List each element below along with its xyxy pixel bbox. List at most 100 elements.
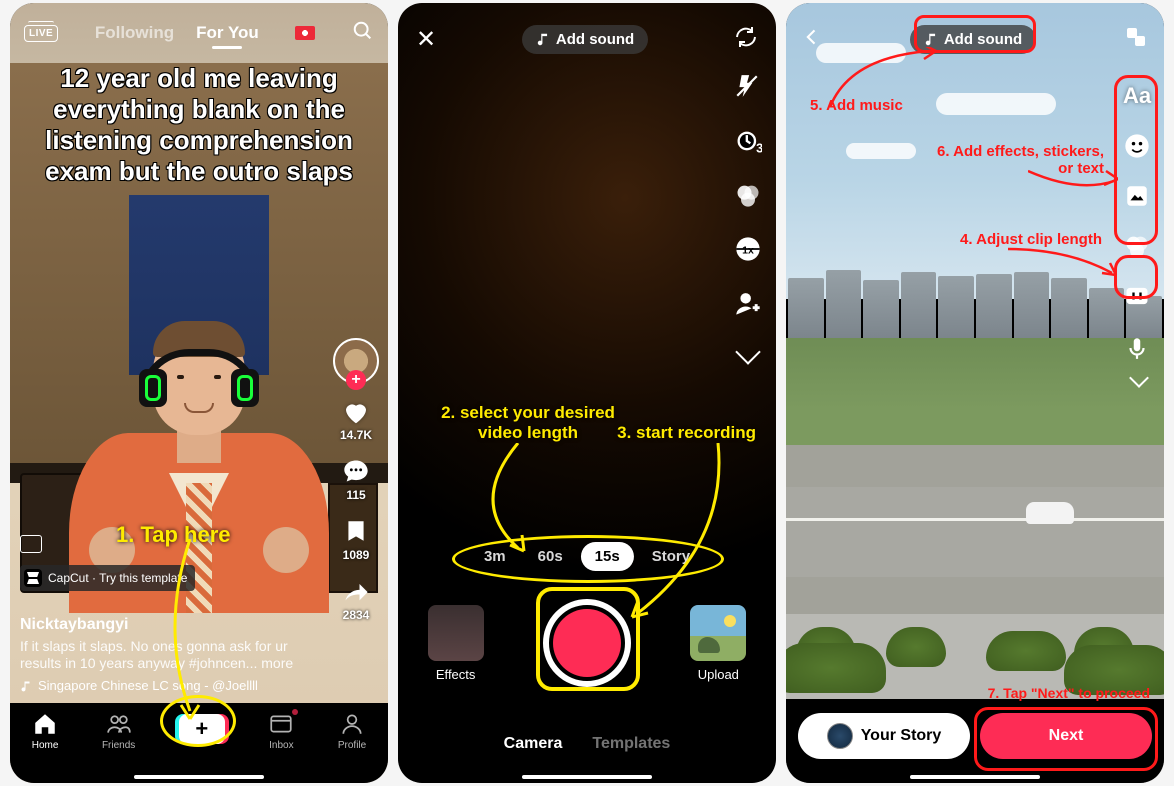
flash-icon[interactable] bbox=[734, 73, 762, 101]
duration-3m[interactable]: 3m bbox=[470, 542, 520, 571]
edit-topbar: Add sound bbox=[786, 19, 1164, 59]
profile-icon bbox=[339, 711, 365, 737]
edit-screen: Add sound Aa Your Story Next 5. Add musi… bbox=[786, 3, 1164, 783]
upload-label: Upload bbox=[698, 667, 739, 682]
subtitle-icon[interactable] bbox=[20, 535, 42, 553]
friends-icon bbox=[106, 711, 132, 737]
creator-avatar[interactable] bbox=[333, 338, 379, 384]
tab-friends-label: Friends bbox=[102, 740, 135, 751]
annotation-3: 3. start recording bbox=[617, 423, 756, 443]
save-icon[interactable] bbox=[341, 516, 371, 546]
tab-for-you[interactable]: For You bbox=[196, 23, 259, 43]
record-screen: ✕ Add sound 3 1x 3m 60s 15s Story Effect… bbox=[398, 3, 776, 783]
timer-icon[interactable]: 3 bbox=[734, 127, 762, 155]
stickers-top-icon[interactable] bbox=[1124, 25, 1148, 54]
save-count: 1089 bbox=[343, 548, 370, 562]
effects-button[interactable]: Effects bbox=[428, 605, 484, 682]
upload-button[interactable]: Upload bbox=[690, 605, 746, 682]
add-sound-button[interactable]: Add sound bbox=[522, 25, 648, 54]
next-button[interactable]: Next bbox=[980, 713, 1152, 759]
upload-thumbnail bbox=[690, 605, 746, 661]
add-sound-label: Add sound bbox=[556, 31, 634, 48]
share-icon[interactable] bbox=[341, 576, 371, 606]
tab-create[interactable]: + bbox=[179, 711, 225, 744]
adjust-clips-icon[interactable] bbox=[1122, 281, 1152, 311]
story-avatar bbox=[827, 723, 853, 749]
tab-inbox[interactable]: Inbox bbox=[268, 711, 294, 751]
annotation-arrow-3 bbox=[618, 443, 738, 623]
tab-friends[interactable]: Friends bbox=[102, 711, 135, 751]
record-button[interactable] bbox=[543, 599, 631, 687]
car bbox=[1026, 502, 1074, 524]
invite-icon[interactable] bbox=[734, 289, 762, 317]
duration-story[interactable]: Story bbox=[638, 542, 704, 571]
home-icon bbox=[32, 711, 58, 737]
tab-profile[interactable]: Profile bbox=[338, 711, 366, 751]
like-icon[interactable] bbox=[341, 398, 371, 426]
capcut-template-link[interactable]: CapCut · Try this template bbox=[20, 565, 195, 591]
feed-topbar: LIVE Following For You bbox=[10, 11, 388, 55]
your-story-button[interactable]: Your Story bbox=[798, 713, 970, 759]
like-count: 14.7K bbox=[340, 428, 372, 442]
svg-text:3: 3 bbox=[756, 141, 762, 155]
live-button[interactable]: LIVE bbox=[24, 25, 58, 42]
duration-selector[interactable]: 3m 60s 15s Story bbox=[470, 542, 704, 571]
home-indicator bbox=[910, 775, 1040, 779]
road bbox=[786, 487, 1164, 577]
create-button[interactable]: + bbox=[179, 714, 225, 744]
search-icon[interactable] bbox=[352, 20, 374, 47]
filters-icon[interactable] bbox=[734, 181, 762, 209]
svg-text:1x: 1x bbox=[742, 245, 754, 257]
video-description[interactable]: If it slaps it slaps. No ones gonna ask … bbox=[20, 638, 328, 672]
comment-count: 115 bbox=[346, 488, 365, 502]
effects-tool-icon[interactable] bbox=[1122, 181, 1152, 211]
inbox-notification-dot bbox=[292, 709, 298, 715]
duration-15s[interactable]: 15s bbox=[581, 542, 634, 571]
tab-following[interactable]: Following bbox=[95, 23, 174, 43]
expand-tools-icon[interactable] bbox=[735, 339, 760, 364]
record-mode-tabs: Camera Templates bbox=[398, 735, 776, 753]
music-note-icon bbox=[536, 32, 550, 46]
back-icon[interactable] bbox=[802, 27, 822, 52]
record-row: Effects Upload bbox=[398, 599, 776, 687]
filters-tool-icon[interactable] bbox=[1122, 231, 1152, 261]
action-rail: 14.7K 115 1089 2834 bbox=[332, 338, 380, 622]
capcut-icon bbox=[24, 569, 42, 587]
flag-icon bbox=[295, 26, 315, 40]
your-story-label: Your Story bbox=[861, 727, 942, 745]
video-meta: Nicktaybangyi If it slaps it slaps. No o… bbox=[20, 616, 328, 693]
add-sound-label: Add sound bbox=[944, 31, 1022, 48]
close-icon[interactable]: ✕ bbox=[416, 25, 436, 54]
camera-tools-rail: 3 1x bbox=[734, 73, 762, 361]
stickers-tool-icon[interactable] bbox=[1122, 131, 1152, 161]
duration-60s[interactable]: 60s bbox=[524, 542, 577, 571]
effects-label: Effects bbox=[436, 667, 476, 682]
beautify-icon[interactable]: 1x bbox=[734, 235, 762, 263]
effects-thumbnail bbox=[428, 605, 484, 661]
home-indicator bbox=[522, 775, 652, 779]
mode-templates[interactable]: Templates bbox=[592, 735, 670, 753]
tab-inbox-label: Inbox bbox=[269, 740, 293, 751]
tab-profile-label: Profile bbox=[338, 740, 366, 751]
mode-camera[interactable]: Camera bbox=[504, 735, 563, 753]
share-count: 2834 bbox=[343, 608, 370, 622]
text-tool-icon[interactable]: Aa bbox=[1122, 81, 1152, 111]
lane-marking bbox=[786, 518, 1164, 521]
annotation-arrow-2 bbox=[458, 443, 578, 553]
record-button-inner bbox=[553, 609, 621, 677]
comment-icon[interactable] bbox=[341, 456, 371, 486]
creator-username[interactable]: Nicktaybangyi bbox=[20, 616, 328, 634]
edit-bottombar: Your Story Next bbox=[786, 699, 1164, 783]
home-indicator bbox=[134, 775, 264, 779]
voiceover-icon[interactable] bbox=[1124, 335, 1150, 361]
add-sound-button[interactable]: Add sound bbox=[910, 25, 1036, 54]
feed-screen: LIVE Following For You 12 year old me le… bbox=[10, 3, 388, 783]
capcut-label: CapCut · Try this template bbox=[48, 571, 187, 585]
tab-home[interactable]: Home bbox=[32, 711, 59, 751]
record-topbar: ✕ Add sound bbox=[398, 19, 776, 59]
annotation-2: 2. select your desired video length bbox=[428, 403, 628, 443]
sound-title: Singapore Chinese LC song - @Joellll bbox=[38, 678, 258, 693]
edit-tools-rail: Aa bbox=[1122, 81, 1152, 311]
flip-camera-icon[interactable] bbox=[734, 25, 758, 54]
sound-marquee[interactable]: Singapore Chinese LC song - @Joellll bbox=[20, 678, 328, 693]
